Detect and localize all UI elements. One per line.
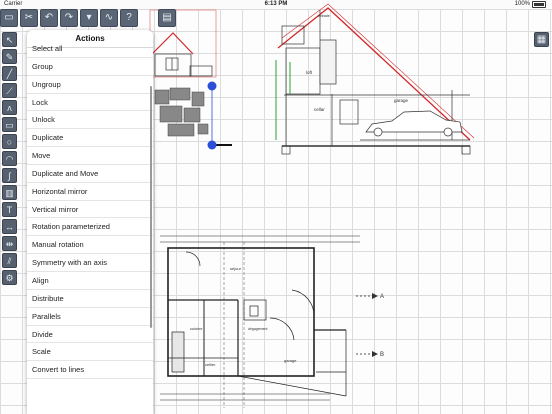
arc-tool-icon[interactable]: ◠	[2, 151, 17, 166]
floor-plan	[160, 235, 372, 408]
rectangle-tool-icon[interactable]: ▭	[2, 117, 17, 132]
actions-menu-list: Select all Group Ungroup Lock Unlock Duplicat…	[27, 40, 153, 380]
selection-handle-bottom	[207, 140, 217, 150]
axis-label-b: B	[380, 352, 384, 358]
menu-item-unlock[interactable]: Unlock	[27, 111, 153, 130]
axis-marker-b	[372, 351, 378, 357]
menu-item-divide[interactable]: Divide	[27, 326, 153, 344]
section-label-loft: loft	[306, 70, 313, 75]
menu-item-duplicate[interactable]: Duplicate	[27, 129, 153, 148]
help-button[interactable]: ?	[120, 9, 138, 27]
axis-marker-a	[372, 293, 378, 299]
wall-tool-icon[interactable]: ⫽	[2, 253, 17, 268]
zigzag-tool-icon[interactable]: ʌ	[2, 100, 17, 115]
menu-item-manual-rotation[interactable]: Manual rotation	[27, 236, 153, 255]
plan-label-degagement: dégagement	[248, 327, 267, 331]
axis-label-a: A	[380, 294, 384, 300]
top-toolbar: ▭ ✂ ↶ ↷ ▾ ∿? ▤	[0, 9, 178, 27]
plan-label-sejour: séjour	[230, 266, 242, 271]
layers-button[interactable]: ▤	[158, 9, 176, 27]
actions-menu: Actions Select all Group Ungroup Lock Unlock…	[27, 30, 153, 414]
menu-item-distribute[interactable]: Distribute	[27, 290, 153, 308]
menu-item-move[interactable]: Move	[27, 147, 153, 165]
car-outline	[365, 110, 463, 137]
section-top-note: extrade	[318, 14, 330, 18]
battery-icon	[532, 1, 546, 8]
menu-item-vertical-mirror[interactable]: Vertical mirror	[27, 201, 153, 219]
dimension-tool-icon[interactable]: ↔	[2, 219, 17, 234]
measure-tool-icon[interactable]: ⇹	[2, 236, 17, 251]
plan-label-cuisine: cuisine	[190, 326, 203, 331]
select-tool-icon[interactable]: ↖	[2, 32, 17, 47]
menu-item-horizontal-mirror[interactable]: Horizontal mirror	[27, 183, 153, 201]
zigzag-button[interactable]: ∿	[100, 9, 118, 27]
menu-item-symmetry-with-an-axis[interactable]: Symmetry with an axis	[27, 254, 153, 272]
dropdown-button[interactable]: ▾	[80, 9, 98, 27]
redo-button[interactable]: ↷	[60, 9, 78, 27]
plan-label-cellier: cellier	[205, 362, 216, 367]
menu-item-scale[interactable]: Scale	[27, 343, 153, 362]
settings-tool-icon[interactable]: ⚙	[2, 270, 17, 285]
section-label-garage: garage	[394, 98, 409, 103]
cut-tool-button[interactable]: ✂	[20, 9, 38, 27]
pencil-tool-icon[interactable]: ✎	[2, 49, 17, 64]
undo-button[interactable]: ↶	[40, 9, 58, 27]
menu-item-duplicate-and-move[interactable]: Duplicate and Move	[27, 165, 153, 183]
open-file-button[interactable]: ▭	[0, 9, 18, 27]
circle-tool-icon[interactable]: ○	[2, 134, 17, 149]
menu-item-convert-to-lines[interactable]: Convert to lines	[27, 361, 153, 380]
left-toolbar: ↖ ✎ ╱ ⟋ ʌ ▭ ○ ◠ ∫ ▥ T ↔ ⇹ ⫽ ⚙	[2, 32, 17, 287]
grid-panel-button[interactable]: ▦	[534, 32, 549, 47]
menu-item-ungroup[interactable]: Ungroup	[27, 76, 153, 94]
polyline-tool-icon[interactable]: ⟋	[2, 83, 17, 98]
menu-item-rotation-parameterized[interactable]: Rotation parameterized	[27, 218, 153, 237]
text-tool-icon[interactable]: T	[2, 202, 17, 217]
curve-tool-icon[interactable]: ∫	[2, 168, 17, 183]
menu-item-select-all[interactable]: Select all	[27, 40, 153, 58]
menu-item-group[interactable]: Group	[27, 58, 153, 76]
plan-label-garage: garage	[284, 358, 297, 363]
menu-item-align[interactable]: Align	[27, 272, 153, 290]
status-bar: Carrier 6:13 PM 100%	[0, 0, 552, 9]
menu-item-lock[interactable]: Lock	[27, 94, 153, 112]
line-tool-icon[interactable]: ╱	[2, 66, 17, 81]
battery-label: 100%	[514, 1, 530, 7]
hatch-tool-icon[interactable]: ▥	[2, 185, 17, 200]
section-label-cellar: cellar	[314, 107, 325, 112]
clock-label: 6:13 PM	[264, 1, 288, 7]
menu-scrollbar[interactable]	[150, 86, 152, 328]
selected-object	[154, 87, 232, 146]
selection-handle-top	[207, 81, 217, 91]
menu-item-parallels[interactable]: Parallels	[27, 308, 153, 326]
